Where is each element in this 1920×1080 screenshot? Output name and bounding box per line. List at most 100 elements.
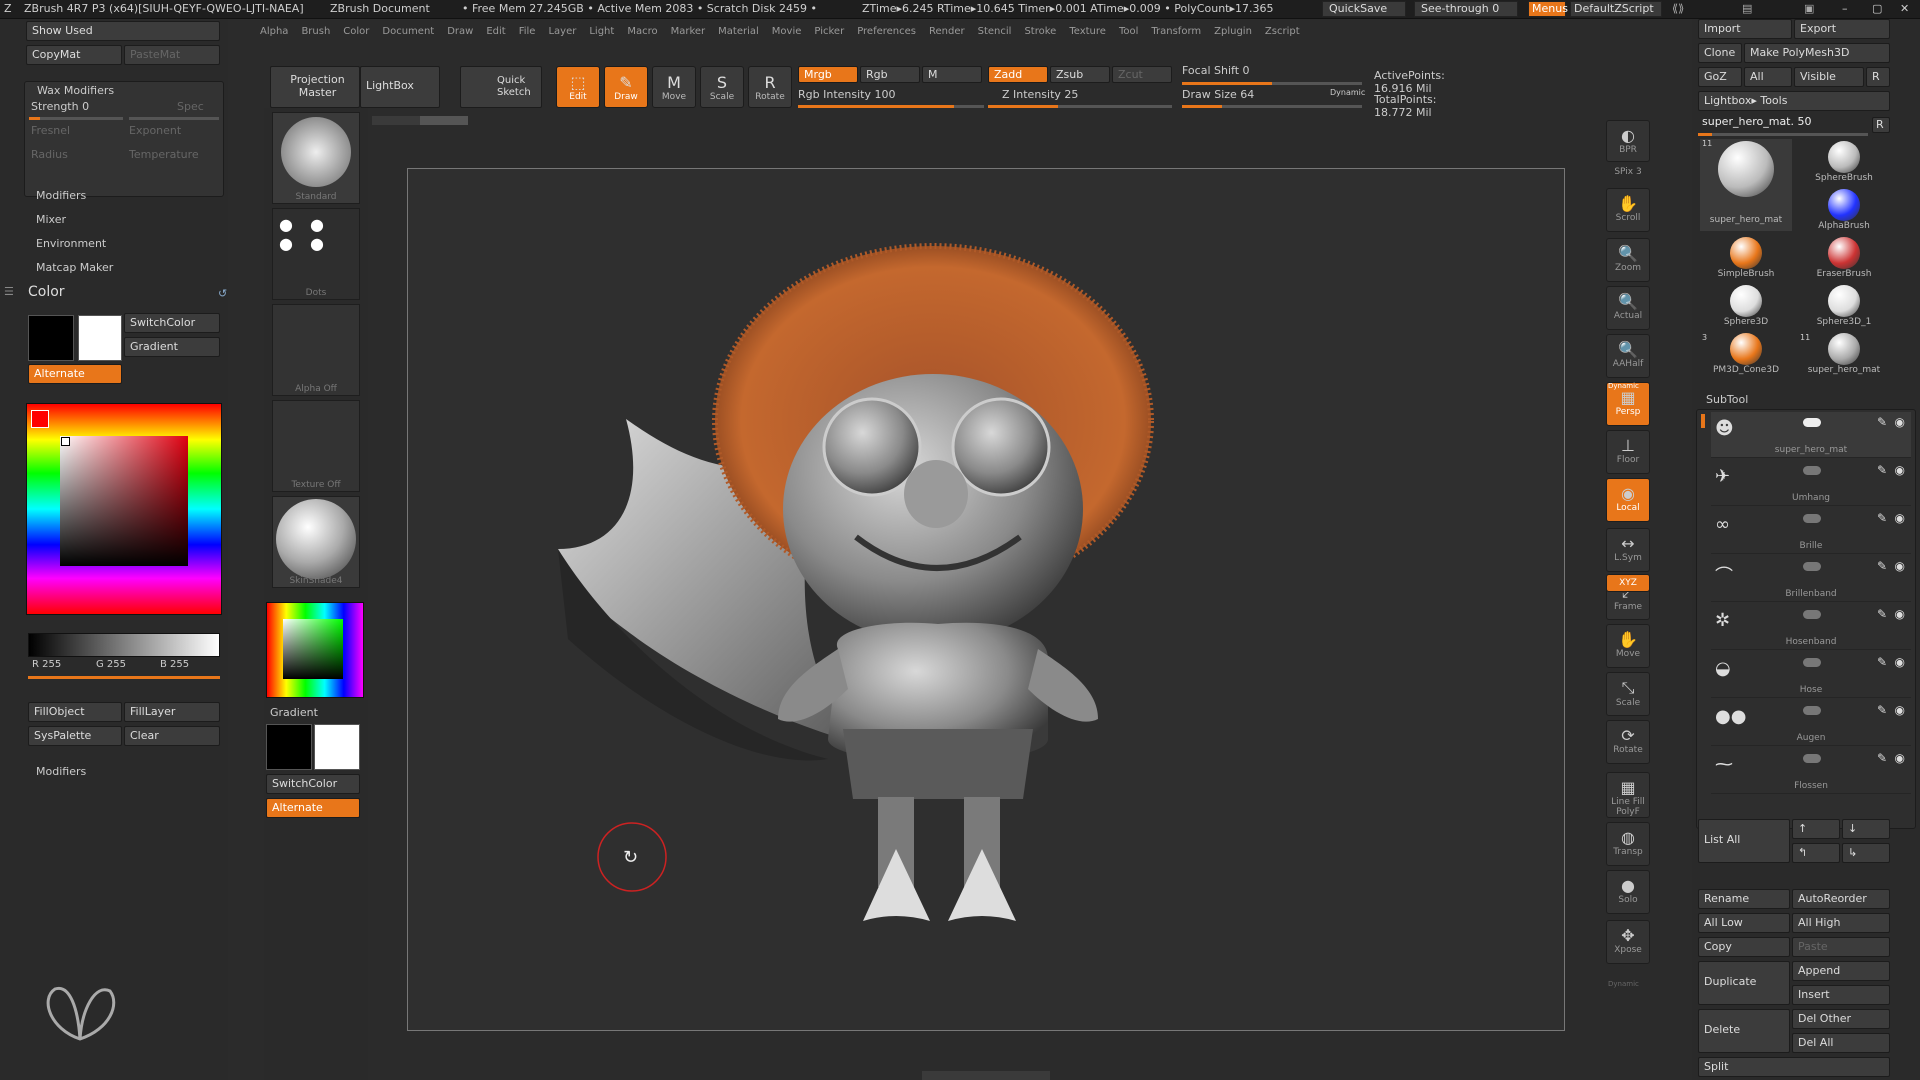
tool-thumb-eraserbrush[interactable]: EraserBrush bbox=[1798, 235, 1890, 281]
tool-thumb-pm3d-cone3d[interactable]: PM3D_Cone3D bbox=[1700, 331, 1792, 377]
move-mode-button[interactable]: M Move bbox=[652, 66, 696, 108]
primary-color-swatch[interactable] bbox=[28, 315, 74, 361]
material-thumb[interactable]: SkinShade4 bbox=[272, 496, 360, 588]
clone-button[interactable]: Clone bbox=[1698, 43, 1742, 63]
r-button-2[interactable]: R bbox=[1872, 117, 1890, 133]
alternate-button-2[interactable]: Alternate bbox=[266, 798, 360, 818]
current-tool-track[interactable] bbox=[1698, 133, 1868, 136]
subtool-toggle[interactable] bbox=[1803, 514, 1821, 523]
menu-stroke[interactable]: Stroke bbox=[1024, 26, 1056, 37]
red-slider[interactable]: R 255 bbox=[32, 659, 61, 670]
right-tool-floor[interactable]: ⊥ Floor bbox=[1606, 430, 1650, 474]
see-through-slider[interactable]: See-through 0 bbox=[1414, 1, 1518, 17]
hue-picker[interactable] bbox=[26, 403, 222, 615]
visible-button[interactable]: Visible bbox=[1794, 67, 1864, 87]
filllayer-button[interactable]: FillLayer bbox=[124, 702, 220, 722]
menu-document[interactable]: Document bbox=[382, 26, 434, 37]
canvas-bottom-scroll[interactable] bbox=[922, 1071, 1050, 1080]
quicksave-button[interactable]: QuickSave bbox=[1322, 1, 1406, 17]
gradient-button[interactable]: Gradient bbox=[124, 337, 220, 357]
modifiers-item[interactable]: Modifiers bbox=[36, 189, 86, 202]
viewport-canvas[interactable]: ↻ bbox=[407, 168, 1565, 1031]
right-tool-line-fill-polyf[interactable]: ▦ Line Fill PolyF bbox=[1606, 772, 1650, 818]
subtool-brush-icon[interactable]: ✎ bbox=[1877, 655, 1887, 669]
default-zscript-button[interactable]: DefaultZScript bbox=[1570, 1, 1662, 17]
menu-zscript[interactable]: Zscript bbox=[1265, 26, 1300, 37]
del-other-button[interactable]: Del Other bbox=[1792, 1009, 1890, 1029]
all-button[interactable]: All bbox=[1744, 67, 1792, 87]
paste-button[interactable]: Paste bbox=[1792, 937, 1890, 957]
subtool-brush-icon[interactable]: ✎ bbox=[1877, 463, 1887, 477]
mrgb-button[interactable]: Mrgb bbox=[798, 66, 858, 83]
rgb-track[interactable] bbox=[28, 676, 220, 679]
radius-slider[interactable]: Radius bbox=[31, 148, 68, 161]
insert-button[interactable]: Insert bbox=[1792, 985, 1890, 1005]
spec-track[interactable] bbox=[129, 117, 219, 120]
saturation-value-square[interactable] bbox=[60, 436, 188, 566]
tool-thumb-sphere3d[interactable]: Sphere3D bbox=[1700, 283, 1792, 329]
rotate-mode-button[interactable]: R Rotate bbox=[748, 66, 792, 108]
append-button[interactable]: Append bbox=[1792, 961, 1890, 981]
subtool-item-super-hero-mat[interactable]: ☻ ✎ ◉ super_hero_mat bbox=[1711, 412, 1911, 458]
green-slider[interactable]: G 255 bbox=[96, 659, 126, 670]
gradient-color-picker[interactable] bbox=[266, 602, 364, 698]
secondary-color-swatch[interactable] bbox=[78, 315, 122, 361]
zadd-button[interactable]: Zadd bbox=[988, 66, 1048, 83]
delete-button[interactable]: Delete bbox=[1698, 1009, 1790, 1053]
arrow-in-icon[interactable]: ↰ bbox=[1792, 843, 1840, 863]
move-up-arrow-icon[interactable]: ↑ bbox=[1792, 819, 1840, 839]
copymat-button[interactable]: CopyMat bbox=[26, 45, 122, 65]
subtool-eye-icon[interactable]: ◉ bbox=[1895, 415, 1905, 429]
subtool-toggle[interactable] bbox=[1803, 418, 1821, 427]
mixer-item[interactable]: Mixer bbox=[36, 213, 66, 226]
del-all-button[interactable]: Del All bbox=[1792, 1033, 1890, 1053]
rgb-intensity-track[interactable] bbox=[798, 105, 984, 108]
gradient-square[interactable] bbox=[283, 619, 343, 679]
refresh-icon[interactable]: ↺ bbox=[218, 287, 227, 300]
subtool-item-augen[interactable]: ●● ✎ ◉ Augen bbox=[1711, 700, 1911, 746]
autoreorder-button[interactable]: AutoReorder bbox=[1792, 889, 1890, 909]
subtool-item-flossen[interactable]: ⁓ ✎ ◉ Flossen bbox=[1711, 748, 1911, 794]
shelf-scroll-handle[interactable] bbox=[372, 116, 468, 125]
right-tool-actual[interactable]: 🔍 Actual bbox=[1606, 286, 1650, 330]
subtool-toggle[interactable] bbox=[1803, 706, 1821, 715]
syspalette-button[interactable]: SysPalette bbox=[28, 726, 122, 746]
color-palette-title[interactable]: Color bbox=[28, 284, 65, 300]
subtool-brush-icon[interactable]: ✎ bbox=[1877, 415, 1887, 429]
subtool-brush-icon[interactable]: ✎ bbox=[1877, 703, 1887, 717]
subtool-eye-icon[interactable]: ◉ bbox=[1895, 751, 1905, 765]
z-intensity-track[interactable] bbox=[988, 105, 1172, 108]
subtool-title[interactable]: SubTool bbox=[1706, 393, 1748, 406]
tool-thumb-sphere3d-1[interactable]: Sphere3D_1 bbox=[1798, 283, 1890, 329]
menu-stencil[interactable]: Stencil bbox=[978, 26, 1012, 37]
move-down-arrow-icon[interactable]: ↓ bbox=[1842, 819, 1890, 839]
right-tool-local[interactable]: ◉ Local bbox=[1606, 478, 1650, 522]
projection-master-button[interactable]: Projection Master bbox=[270, 66, 360, 108]
menu-marker[interactable]: Marker bbox=[671, 26, 706, 37]
menu-color[interactable]: Color bbox=[343, 26, 369, 37]
subtool-toggle[interactable] bbox=[1803, 658, 1821, 667]
subtool-item-umhang[interactable]: ✈ ✎ ◉ Umhang bbox=[1711, 460, 1911, 506]
menu-transform[interactable]: Transform bbox=[1151, 26, 1201, 37]
zsub-button[interactable]: Zsub bbox=[1050, 66, 1110, 83]
fresnel-slider[interactable]: Fresnel bbox=[31, 124, 70, 137]
right-tool-transp[interactable]: ◍ Transp bbox=[1606, 822, 1650, 866]
focal-shift-slider[interactable]: Focal Shift 0 bbox=[1182, 64, 1250, 77]
show-used-button[interactable]: Show Used bbox=[26, 21, 220, 41]
focal-shift-track[interactable] bbox=[1182, 82, 1362, 85]
pastemat-button[interactable]: PasteMat bbox=[124, 45, 220, 65]
subtool-brush-icon[interactable]: ✎ bbox=[1877, 559, 1887, 573]
menu-alpha[interactable]: Alpha bbox=[260, 26, 288, 37]
dynamic-toggle[interactable]: Dynamic bbox=[1330, 88, 1365, 97]
minimize-icon[interactable]: – bbox=[1842, 2, 1848, 15]
window-tray-icon[interactable]: ⟪⟫ bbox=[1672, 2, 1684, 15]
tool-thumb-super-hero-mat[interactable]: super_hero_mat bbox=[1700, 139, 1792, 231]
menu-edit[interactable]: Edit bbox=[486, 26, 505, 37]
lightbox-button[interactable]: LightBox bbox=[360, 66, 440, 108]
right-tool-spix-3[interactable]: SPix 3 bbox=[1606, 164, 1650, 182]
right-tool-zoom[interactable]: 🔍 Zoom bbox=[1606, 238, 1650, 282]
menu-movie[interactable]: Movie bbox=[772, 26, 802, 37]
color-picker-cursor[interactable] bbox=[61, 437, 70, 446]
alpha-thumb[interactable]: Alpha Off bbox=[272, 304, 360, 396]
split-button[interactable]: Split bbox=[1698, 1057, 1890, 1077]
